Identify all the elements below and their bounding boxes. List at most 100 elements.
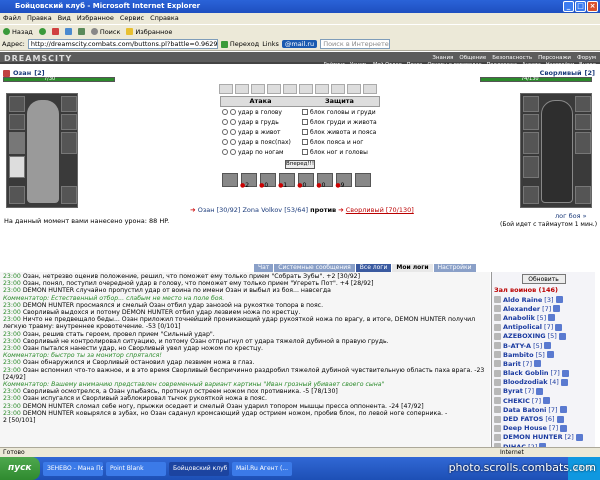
player-list-item[interactable]: Antipolical [7]: [492, 323, 595, 332]
player-list-item[interactable]: Anabolik [5]: [492, 313, 595, 322]
info-icon[interactable]: [555, 323, 563, 331]
info-icon[interactable]: [536, 387, 544, 395]
nav-link[interactable]: Знания: [432, 55, 453, 61]
maximize-button[interactable]: □: [575, 1, 586, 12]
armor-slot[interactable]: [9, 156, 25, 178]
player-list-item[interactable]: DED FATOS [6]: [492, 414, 595, 423]
equip-slot[interactable]: [61, 132, 77, 154]
info-icon[interactable]: [555, 296, 563, 304]
address-input[interactable]: http://dreamscity.combats.com/buttons.pl…: [27, 39, 218, 49]
back-button[interactable]: Назад: [3, 28, 33, 36]
attack-radio[interactable]: [222, 109, 228, 115]
player-name[interactable]: Bambito: [503, 351, 534, 359]
player-list-item[interactable]: Data Batoni [7]: [492, 405, 595, 414]
close-button[interactable]: ×: [587, 1, 598, 12]
menu-tools[interactable]: Сервис: [120, 13, 144, 24]
belt-slot[interactable]: [267, 84, 281, 94]
equip-slot[interactable]: [61, 96, 77, 112]
team2-member[interactable]: Сворливый [70/130]: [346, 206, 414, 214]
menu-edit[interactable]: Правка: [27, 13, 52, 24]
equip-slot[interactable]: [9, 114, 25, 130]
attack-radio[interactable]: [222, 139, 228, 145]
player-name[interactable]: Black Goblin: [503, 369, 549, 377]
tab-chat[interactable]: Чат: [254, 264, 274, 272]
info-icon[interactable]: [544, 342, 552, 350]
info-icon[interactable]: [553, 305, 561, 313]
belt-slot[interactable]: [299, 84, 313, 94]
links-button[interactable]: Links: [262, 40, 279, 48]
player-name[interactable]: Bloodzodiak: [503, 378, 548, 386]
minimize-button[interactable]: _: [563, 1, 574, 12]
menu-help[interactable]: Справка: [150, 13, 179, 24]
belt-slot[interactable]: [347, 84, 361, 94]
player-list-item[interactable]: Bambito [5]: [492, 350, 595, 359]
player-name[interactable]: Byrat: [503, 387, 523, 395]
info-icon[interactable]: [548, 314, 556, 322]
player-list-item[interactable]: AZEBOXING [5]: [492, 332, 595, 341]
equip-slot[interactable]: [9, 96, 25, 112]
attack-radio[interactable]: [230, 149, 236, 155]
home-button[interactable]: [77, 28, 85, 35]
player-name[interactable]: Anabolik: [503, 314, 535, 322]
attack-radio[interactable]: [230, 129, 236, 135]
player-list-item[interactable]: Byrat [7]: [492, 387, 595, 396]
left-player-name[interactable]: Озан: [13, 69, 31, 77]
player-list-item[interactable]: DEMON HUNTER [2]: [492, 433, 595, 442]
favorites-button[interactable]: Избранное: [126, 28, 172, 36]
equip-slot[interactable]: [9, 132, 25, 154]
attack-radio[interactable]: [230, 139, 236, 145]
belt-slot[interactable]: [251, 84, 265, 94]
player-list-item[interactable]: Barit [7]: [492, 359, 595, 368]
info-icon[interactable]: [559, 406, 567, 414]
belt-slot[interactable]: [363, 84, 377, 94]
defense-checkbox[interactable]: [302, 119, 308, 125]
player-name[interactable]: Data Batoni: [503, 406, 546, 414]
defense-checkbox[interactable]: [302, 149, 308, 155]
player-list-item[interactable]: Black Goblin [7]: [492, 369, 595, 378]
player-name[interactable]: B-ATY-A: [503, 342, 531, 350]
info-icon[interactable]: [560, 424, 568, 432]
stop-button[interactable]: [51, 28, 59, 35]
menu-view[interactable]: Вид: [58, 13, 71, 24]
equip-slot[interactable]: [523, 132, 539, 154]
belt-slot[interactable]: [235, 84, 249, 94]
refresh-button[interactable]: Обновить: [521, 274, 566, 284]
defense-checkbox[interactable]: [302, 129, 308, 135]
belt-slot[interactable]: [219, 84, 233, 94]
info-icon[interactable]: [558, 332, 566, 340]
forward-button[interactable]: [38, 28, 46, 35]
menu-file[interactable]: Файл: [3, 13, 21, 24]
go-attack-button[interactable]: Вперед!!!: [285, 160, 315, 169]
defense-checkbox[interactable]: [302, 139, 308, 145]
player-list-item[interactable]: Bloodzodiak [4]: [492, 378, 595, 387]
equip-slot[interactable]: [523, 156, 539, 178]
mailru-logo[interactable]: @mail.ru: [281, 40, 318, 48]
info-icon[interactable]: [546, 351, 554, 359]
belt-slot[interactable]: [331, 84, 345, 94]
attack-radio[interactable]: [222, 119, 228, 125]
player-name[interactable]: DED FATOS: [503, 415, 543, 423]
info-icon[interactable]: [560, 378, 568, 386]
battle-log-link[interactable]: лог боя »: [555, 212, 587, 220]
tab-all-logs[interactable]: Все логи: [355, 264, 392, 272]
equip-slot[interactable]: [523, 96, 539, 112]
search-input[interactable]: Поиск в Интернете: [320, 39, 391, 49]
player-name[interactable]: Alexander: [503, 305, 540, 313]
equip-slot[interactable]: [61, 114, 77, 130]
equip-slot[interactable]: [575, 114, 591, 130]
info-icon[interactable]: [575, 433, 583, 441]
nav-link[interactable]: Общение: [459, 55, 486, 61]
search-button[interactable]: Поиск: [90, 28, 120, 36]
attack-radio[interactable]: [222, 129, 228, 135]
player-list-item[interactable]: Alexander [7]: [492, 304, 595, 313]
player-name[interactable]: DEMON HUNTER: [503, 433, 563, 441]
player-name[interactable]: Barit: [503, 360, 521, 368]
attack-radio[interactable]: [222, 149, 228, 155]
spell-slot[interactable]: [222, 173, 238, 187]
team1-member[interactable]: Озан [30/92]: [198, 206, 241, 214]
nav-link[interactable]: Форум: [577, 55, 596, 61]
player-name[interactable]: CHEKIC: [503, 397, 530, 405]
player-name[interactable]: Aldo Raine: [503, 296, 542, 304]
attack-radio[interactable]: [230, 109, 236, 115]
taskbar-item[interactable]: Mail.Ru Агент (...: [232, 461, 292, 476]
